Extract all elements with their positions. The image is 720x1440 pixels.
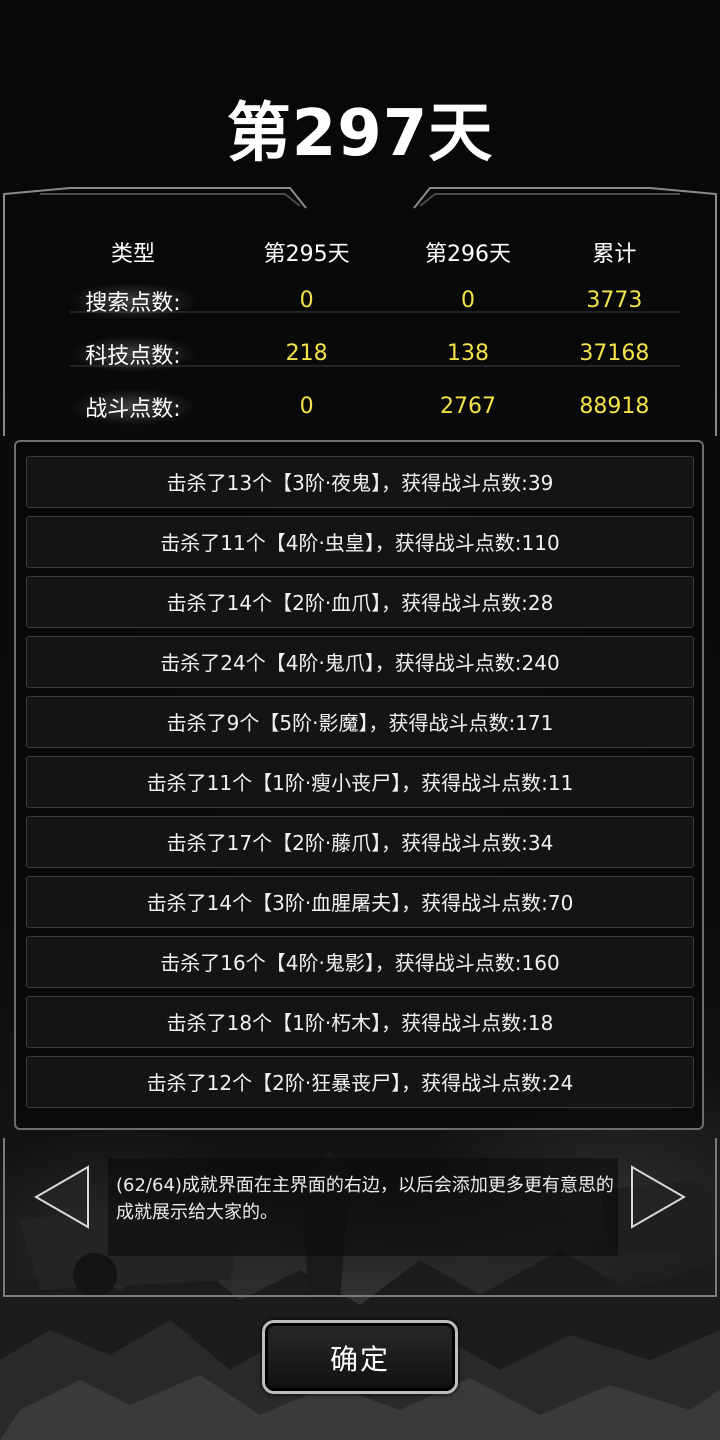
combat-day296: 2767 (439, 394, 496, 419)
combat-total: 88918 (579, 394, 650, 419)
tech-total: 37168 (579, 341, 650, 366)
stats-row-tech: 科技点数: 218 138 37168 (40, 327, 680, 380)
kill-log-item: 击杀了11个【1阶·瘦小丧尸】，获得战斗点数:11 (26, 756, 694, 808)
kill-log-item: 击杀了13个【3阶·夜鬼】，获得战斗点数:39 (26, 456, 694, 508)
row-label-search: 搜索点数: (71, 282, 195, 319)
column-day296: 第296天 (424, 242, 511, 267)
triangle-right-icon (631, 1165, 687, 1229)
kill-log-item: 击杀了11个【4阶·虫皇】，获得战斗点数:110 (26, 516, 694, 568)
search-total: 3773 (586, 288, 643, 313)
search-day295: 0 (299, 288, 314, 313)
tech-day296: 138 (446, 341, 489, 366)
kill-log-item: 击杀了17个【2阶·藤爪】，获得战斗点数:34 (26, 816, 694, 868)
prev-tip-button[interactable] (32, 1164, 92, 1230)
combat-day295: 0 (299, 394, 314, 419)
next-tip-button[interactable] (628, 1164, 688, 1230)
column-day295: 第295天 (263, 242, 350, 267)
kill-log-panel[interactable]: 击杀了13个【3阶·夜鬼】，获得战斗点数:39 击杀了11个【4阶·虫皇】，获得… (14, 440, 704, 1130)
kill-log-item: 击杀了16个【4阶·鬼影】，获得战斗点数:160 (26, 936, 694, 988)
stats-table: 类型 第295天 第296天 累计 搜索点数: 0 0 3773 科技点数: 2… (40, 230, 680, 433)
day-title: 第297天 (226, 97, 494, 171)
search-day296: 0 (460, 288, 475, 313)
stats-header-row: 类型 第295天 第296天 累计 (40, 230, 680, 274)
stats-row-combat: 战斗点数: 0 2767 88918 (40, 380, 680, 433)
column-total: 累计 (592, 242, 637, 267)
stats-row-search: 搜索点数: 0 0 3773 (40, 274, 680, 327)
row-label-combat: 战斗点数: (71, 388, 195, 425)
tip-text: (62/64)成就界面在主界面的右边，以后会添加更多更有意思的成就展示给大家的。 (116, 1175, 614, 1223)
daily-report-screen: 第297天 类型 第295天 第296天 累计 搜索点数: 0 0 3773 科… (0, 0, 720, 1440)
triangle-left-icon (33, 1165, 89, 1229)
kill-log-list: 击杀了13个【3阶·夜鬼】，获得战斗点数:39 击杀了11个【4阶·虫皇】，获得… (26, 456, 694, 1116)
kill-log-item: 击杀了14个【3阶·血腥屠夫】，获得战斗点数:70 (26, 876, 694, 928)
kill-log-item: 击杀了12个【2阶·狂暴丧尸】，获得战斗点数:24 (26, 1056, 694, 1108)
kill-log-item: 击杀了9个【5阶·影魔】，获得战斗点数:171 (26, 696, 694, 748)
tech-day295: 218 (285, 341, 328, 366)
confirm-button[interactable]: 确定 (262, 1320, 458, 1394)
row-label-tech: 科技点数: (71, 335, 195, 372)
kill-log-item: 击杀了18个【1阶·朽木】，获得战斗点数:18 (26, 996, 694, 1048)
column-type: 类型 (110, 242, 155, 267)
kill-log-item: 击杀了14个【2阶·血爪】，获得战斗点数:28 (26, 576, 694, 628)
kill-log-item: 击杀了24个【4阶·鬼爪】，获得战斗点数:240 (26, 636, 694, 688)
